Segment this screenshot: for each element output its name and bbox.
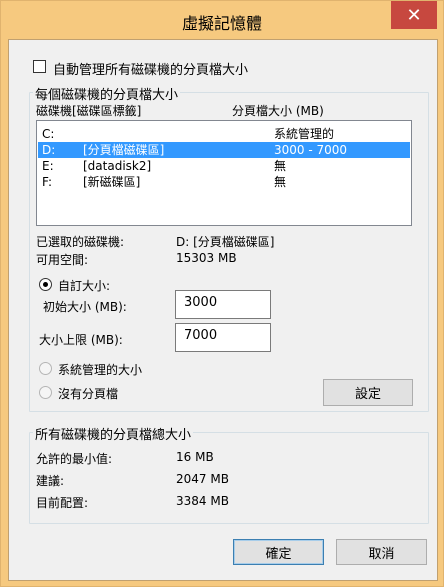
dialog-body: 自動管理所有磁碟機的分頁檔大小 每個磁碟機的分頁檔大小 磁碟機[磁碟區標籤] 分… [8, 39, 438, 581]
no-paging-label[interactable]: 沒有分頁檔 [58, 385, 118, 402]
selected-drive-label: 已選取的磁碟機: [36, 235, 125, 249]
free-space-label: 可用空間: [36, 253, 89, 267]
ok-button[interactable]: 確定 [233, 539, 324, 565]
max-size-input[interactable]: 7000 [175, 323, 271, 352]
max-size-label: 大小上限 (MB): [39, 333, 123, 347]
drive-row-e[interactable]: E: [datadisk2] 無 [38, 158, 410, 174]
cancel-button[interactable]: 取消 [336, 539, 427, 565]
per-drive-group-title: 每個磁碟機的分頁檔大小 [33, 84, 181, 103]
custom-size-radio[interactable] [39, 278, 52, 291]
recommended-value: 2047 MB [176, 472, 229, 486]
min-allowed-value: 16 MB [176, 450, 214, 464]
dialog-title: 虛擬記憶體 [181, 14, 262, 33]
drive-row-f[interactable]: F: [新磁碟區] 無 [38, 174, 410, 190]
min-allowed-label: 允許的最小值: [36, 452, 113, 466]
auto-manage-label[interactable]: 自動管理所有磁碟機的分頁檔大小 [53, 59, 248, 78]
system-managed-label[interactable]: 系統管理的大小 [58, 361, 142, 378]
title-bar[interactable]: 虛擬記憶體 ✕ [1, 1, 443, 39]
drive-letter: F: [42, 175, 53, 189]
drive-paging-size: 3000 - 7000 [274, 143, 348, 157]
drive-paging-size: 無 [274, 175, 287, 189]
auto-manage-checkbox[interactable] [33, 60, 46, 73]
initial-size-input[interactable]: 3000 [175, 290, 271, 319]
selected-drive-value: D: [分頁檔磁碟區] [176, 235, 275, 249]
virtual-memory-dialog: 虛擬記憶體 ✕ 自動管理所有磁碟機的分頁檔大小 每個磁碟機的分頁檔大小 磁碟機[… [0, 0, 444, 587]
totals-group [29, 432, 429, 524]
set-button[interactable]: 設定 [323, 379, 413, 406]
no-paging-radio[interactable] [39, 386, 52, 399]
drive-paging-size: 系統管理的 [274, 127, 335, 141]
drive-volume-label: [新磁碟區] [83, 175, 141, 189]
drive-letter: E: [42, 159, 54, 173]
recommended-label: 建議: [36, 474, 65, 488]
system-managed-radio[interactable] [39, 362, 52, 375]
current-allocated-label: 目前配置: [36, 496, 89, 510]
current-allocated-value: 3384 MB [176, 494, 229, 508]
drive-row-c[interactable]: C: 系統管理的 [38, 126, 410, 142]
drive-volume-label: [datadisk2] [83, 159, 152, 173]
custom-size-label[interactable]: 自訂大小: [58, 277, 110, 294]
radio-selected-dot [43, 282, 48, 287]
close-button[interactable]: ✕ [391, 1, 437, 29]
free-space-value: 15303 MB [176, 251, 237, 265]
column-header-drive: 磁碟機[磁碟區標籤] [36, 104, 142, 118]
drive-letter: C: [42, 127, 55, 141]
drive-volume-label: [分頁檔磁碟區] [83, 143, 165, 157]
drive-list[interactable]: C: 系統管理的 D: [分頁檔磁碟區] 3000 - 7000 E: [dat… [36, 120, 412, 226]
column-header-size: 分頁檔大小 (MB) [232, 104, 324, 118]
initial-size-label: 初始大小 (MB): [43, 300, 127, 314]
close-icon: ✕ [406, 4, 422, 26]
drive-row-d[interactable]: D: [分頁檔磁碟區] 3000 - 7000 [38, 142, 410, 158]
drive-paging-size: 無 [274, 159, 287, 173]
totals-group-title: 所有磁碟機的分頁檔總大小 [33, 424, 194, 443]
drive-letter: D: [42, 143, 56, 157]
